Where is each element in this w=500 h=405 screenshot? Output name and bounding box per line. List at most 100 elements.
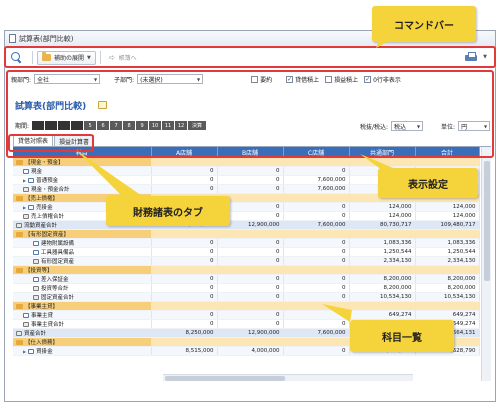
- amount-cell[interactable]: 0: [283, 238, 350, 249]
- amount-cell[interactable]: [217, 229, 284, 240]
- amount-cell[interactable]: 649,274: [415, 310, 480, 321]
- vertical-scrollbar[interactable]: [481, 147, 491, 381]
- amount-cell[interactable]: 0: [217, 238, 284, 249]
- amount-cell[interactable]: 0: [151, 292, 218, 303]
- amount-cell[interactable]: [283, 229, 350, 240]
- amount-cell[interactable]: 7,600,000: [283, 175, 350, 186]
- amount-cell[interactable]: 7,600,000: [283, 220, 350, 231]
- amount-cell[interactable]: 0: [283, 202, 350, 213]
- amount-cell[interactable]: 1,083,336: [349, 238, 416, 249]
- amount-cell[interactable]: [283, 337, 350, 348]
- amount-cell[interactable]: 80,730,717: [349, 220, 416, 231]
- amount-cell[interactable]: 124,000: [415, 202, 480, 213]
- account-name-cell[interactable]: 【有形固定資産】: [13, 229, 152, 240]
- amount-cell[interactable]: 10,534,130: [415, 292, 480, 303]
- account-name-cell[interactable]: 有形固定資産: [13, 256, 152, 267]
- account-name-cell[interactable]: 資産合計: [13, 328, 152, 339]
- table-row[interactable]: 売上債権合計000124,000124,000: [13, 211, 480, 222]
- amount-cell[interactable]: [151, 265, 218, 276]
- amount-cell[interactable]: 8,515,000: [151, 346, 218, 357]
- amount-cell[interactable]: [349, 265, 416, 276]
- amount-cell[interactable]: 0: [217, 256, 284, 267]
- table-group-row[interactable]: 【有形固定資産】: [13, 229, 480, 240]
- expand-icon[interactable]: ▶: [23, 178, 26, 183]
- amount-cell[interactable]: [283, 193, 350, 204]
- account-name-cell[interactable]: 事業主貸合計: [13, 319, 152, 330]
- table-row[interactable]: ▶売掛金000124,000124,000: [13, 202, 480, 213]
- table-row[interactable]: 事業主貸000649,274649,274: [13, 310, 480, 321]
- amount-cell[interactable]: 0: [217, 247, 284, 258]
- amount-cell[interactable]: [151, 301, 218, 312]
- amount-cell[interactable]: 1,083,336: [415, 238, 480, 249]
- amount-cell[interactable]: [217, 265, 284, 276]
- amount-cell[interactable]: [415, 301, 480, 312]
- amount-cell[interactable]: 1,250,544: [349, 247, 416, 258]
- amount-cell[interactable]: 1,250,544: [415, 247, 480, 258]
- amount-cell[interactable]: [217, 158, 284, 168]
- amount-cell[interactable]: 0: [283, 211, 350, 222]
- amount-cell[interactable]: 0: [217, 274, 284, 285]
- amount-cell[interactable]: 8,200,000: [415, 274, 480, 285]
- amount-cell[interactable]: 124,000: [349, 202, 416, 213]
- amount-cell[interactable]: 8,200,000: [349, 274, 416, 285]
- amount-cell[interactable]: 0: [217, 166, 284, 177]
- amount-cell[interactable]: [283, 265, 350, 276]
- amount-cell[interactable]: 4,000,000: [217, 346, 284, 357]
- amount-cell[interactable]: 0: [151, 238, 218, 249]
- amount-cell[interactable]: 0: [283, 256, 350, 267]
- amount-cell[interactable]: [217, 301, 284, 312]
- account-name-cell[interactable]: 事業主貸: [13, 310, 152, 321]
- amount-cell[interactable]: 124,000: [349, 211, 416, 222]
- account-name-cell[interactable]: 固定資産合計: [13, 292, 152, 303]
- amount-cell[interactable]: 0: [151, 256, 218, 267]
- amount-cell[interactable]: [415, 158, 480, 168]
- table-group-row[interactable]: 【事業主貸】: [13, 301, 480, 312]
- account-name-cell[interactable]: 【仕入債務】: [13, 337, 152, 348]
- amount-cell[interactable]: 2,334,130: [349, 256, 416, 267]
- amount-cell[interactable]: 0: [283, 283, 350, 294]
- amount-cell[interactable]: 0: [151, 319, 218, 330]
- account-name-cell[interactable]: ▶ 買掛金: [13, 346, 152, 357]
- amount-cell[interactable]: 0: [217, 292, 284, 303]
- amount-cell[interactable]: [415, 229, 480, 240]
- table-row[interactable]: 工具器具備品 0 0 0 1,250,544 1,250,544: [13, 247, 480, 258]
- expand-icon[interactable]: ▶: [23, 349, 26, 354]
- scroll-thumb[interactable]: [484, 161, 490, 281]
- amount-cell[interactable]: [217, 337, 284, 348]
- amount-cell[interactable]: 0: [283, 247, 350, 258]
- amount-cell[interactable]: 8,200,000: [415, 283, 480, 294]
- amount-cell[interactable]: 0: [151, 283, 218, 294]
- amount-cell[interactable]: [415, 265, 480, 276]
- account-name-cell[interactable]: 【事業主貸】: [13, 301, 152, 312]
- amount-cell[interactable]: [151, 158, 218, 168]
- amount-cell[interactable]: 0: [151, 184, 218, 195]
- amount-cell[interactable]: 7,600,000: [283, 184, 350, 195]
- table-row[interactable]: 固定資産合計 0 0 0 10,534,130 10,534,130: [13, 292, 480, 303]
- amount-cell[interactable]: 0: [151, 175, 218, 186]
- amount-cell[interactable]: 0: [217, 319, 284, 330]
- table-row[interactable]: 投資等合計 0 0 0 8,200,000 8,200,000: [13, 283, 480, 294]
- expand-icon[interactable]: ▶: [23, 205, 26, 210]
- amount-cell[interactable]: [283, 158, 350, 168]
- amount-cell[interactable]: [349, 229, 416, 240]
- amount-cell[interactable]: 12,900,000: [217, 328, 284, 339]
- amount-cell[interactable]: 0: [151, 247, 218, 258]
- table-total-row[interactable]: 流動資産合計8,250,00012,900,0007,600,00080,730…: [13, 220, 480, 231]
- account-name-cell[interactable]: 工具器具備品: [13, 247, 152, 258]
- amount-cell[interactable]: 124,000: [415, 211, 480, 222]
- account-name-cell[interactable]: 【投資等】: [13, 265, 152, 276]
- table-row[interactable]: 有形固定資産 0 0 0 2,334,130 2,334,130: [13, 256, 480, 267]
- amount-cell[interactable]: 109,480,717: [415, 220, 480, 231]
- scroll-thumb[interactable]: [165, 376, 285, 381]
- amount-cell[interactable]: 0: [283, 166, 350, 177]
- amount-cell[interactable]: [151, 229, 218, 240]
- amount-cell[interactable]: 8,250,000: [151, 328, 218, 339]
- horizontal-scrollbar[interactable]: [163, 374, 413, 381]
- amount-cell[interactable]: 8,200,000: [349, 283, 416, 294]
- amount-cell[interactable]: 0: [283, 346, 350, 357]
- amount-cell[interactable]: 0: [151, 274, 218, 285]
- table-group-row[interactable]: 【投資等】: [13, 265, 480, 276]
- amount-cell[interactable]: 0: [217, 184, 284, 195]
- amount-cell[interactable]: 2,334,130: [415, 256, 480, 267]
- amount-cell[interactable]: 0: [283, 274, 350, 285]
